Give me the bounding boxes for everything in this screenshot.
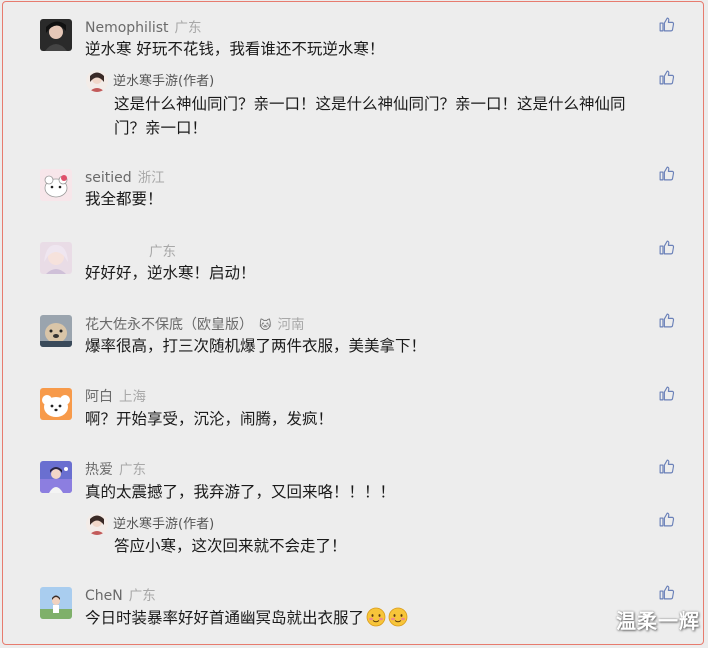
author-name[interactable]: 逆水寒手游(作者) xyxy=(113,517,214,532)
comment-text: 逆水寒 好玩不花钱，我看谁还不玩逆水寒！ xyxy=(85,40,385,58)
thumbs-up-icon[interactable] xyxy=(658,312,675,329)
username[interactable]: 花大佐永不保底（欧皇版） xyxy=(85,317,253,333)
watermark: 温柔一辉 xyxy=(616,609,700,633)
comment-header: 花大佐永不保底（欧皇版） 🐱 河南 xyxy=(85,313,305,334)
comment-text: 真的太震撼了，我弃游了，又回来咯！！！！ xyxy=(85,483,396,501)
comment-text: 啊？开始享受，沉沦，闹腾，发疯！ xyxy=(85,410,334,428)
username[interactable]: 热爱 xyxy=(85,462,113,478)
thumbs-up-icon[interactable] xyxy=(658,239,675,256)
username[interactable]: 阿白 xyxy=(85,389,113,405)
username[interactable]: Nemophilist xyxy=(85,20,169,36)
username[interactable]: CheN xyxy=(85,588,123,604)
location: 浙江 xyxy=(137,170,165,186)
avatar[interactable] xyxy=(40,169,72,201)
reply-text-line: 这是什么神仙同门？亲一口！这是什么神仙同门？亲一口！这是什么神仙同 xyxy=(114,95,626,113)
comment-header: Nemophilist 广东 xyxy=(85,16,202,36)
comments-panel: Nemophilist 广东 逆水寒 好玩不花钱，我看谁还不玩逆水寒！ 逆水寒手游… xyxy=(2,1,704,645)
thumbs-up-icon[interactable] xyxy=(658,16,675,33)
comment-text: 好好好，逆水寒！启动！ xyxy=(85,264,256,282)
location: 上海 xyxy=(119,389,146,405)
location: 广东 xyxy=(128,588,156,604)
avatar[interactable] xyxy=(40,587,72,619)
blush-face-emoji-icon xyxy=(388,607,408,627)
reply-header: 逆水寒手游(作者) xyxy=(113,70,214,89)
avatar[interactable] xyxy=(40,19,72,51)
comment-text: 我全都要！ xyxy=(85,190,163,208)
username[interactable]: seitied xyxy=(85,170,132,186)
location: 广东 xyxy=(119,462,146,478)
thumbs-up-icon[interactable] xyxy=(658,69,675,86)
location: 河南 xyxy=(277,317,305,333)
comment-text: 爆率很高，打三次随机爆了两件衣服，美美拿下！ xyxy=(85,337,427,355)
comment-header: 阿白 上海 xyxy=(85,385,146,406)
reply-text: 答应小寒，这次回来就不会走了！ xyxy=(114,537,347,555)
blush-face-emoji-icon xyxy=(366,607,386,627)
reply-text-line: 门？亲一口！ xyxy=(114,119,208,137)
location: 广东 xyxy=(174,20,202,36)
comment-header: 热爱 广东 xyxy=(85,458,146,479)
comment-header: 广东 xyxy=(85,240,176,260)
comment-header: CheN 广东 xyxy=(85,584,156,604)
comment-header: seitied 浙江 xyxy=(85,166,165,186)
avatar[interactable] xyxy=(40,315,72,347)
reply-text: 这是什么神仙同门？亲一口！这是什么神仙同门？亲一口！这是什么神仙同 门？亲一口！ xyxy=(114,92,674,140)
thumbs-up-icon[interactable] xyxy=(658,385,675,402)
author-avatar[interactable] xyxy=(86,70,108,92)
author-avatar[interactable] xyxy=(86,513,108,535)
author-name[interactable]: 逆水寒手游(作者) xyxy=(113,74,214,89)
avatar[interactable] xyxy=(40,388,72,420)
thumbs-up-icon[interactable] xyxy=(658,511,675,528)
avatar[interactable] xyxy=(40,461,72,493)
thumbs-up-icon[interactable] xyxy=(658,458,675,475)
reply-header: 逆水寒手游(作者) xyxy=(113,513,214,532)
cat-badge-icon: 🐱 xyxy=(259,318,272,332)
comment-text: 今日时装暴率好好首通幽冥岛就出衣服了 xyxy=(85,606,408,630)
avatar[interactable] xyxy=(40,242,72,274)
comment-text-content: 今日时装暴率好好首通幽冥岛就出衣服了 xyxy=(85,609,365,627)
thumbs-up-icon[interactable] xyxy=(658,165,675,182)
thumbs-up-icon[interactable] xyxy=(658,584,675,601)
location: 广东 xyxy=(149,244,176,260)
